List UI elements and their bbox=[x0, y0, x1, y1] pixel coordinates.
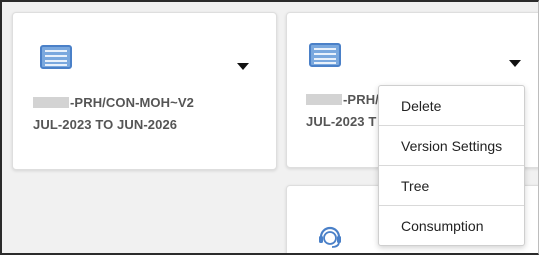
list-icon bbox=[40, 45, 72, 69]
redacted-text bbox=[306, 94, 342, 105]
list-icon bbox=[309, 43, 341, 67]
card-title: -PRH/ bbox=[306, 92, 379, 107]
card-title-text: -PRH/CON-MOH~V2 bbox=[70, 95, 194, 110]
menu-item-consumption[interactable]: Consumption bbox=[379, 206, 524, 246]
caret-down-icon[interactable] bbox=[509, 60, 521, 67]
card-title-text: -PRH/ bbox=[343, 92, 379, 107]
card-title: -PRH/CON-MOH~V2 bbox=[33, 95, 194, 110]
redacted-text bbox=[33, 97, 69, 108]
menu-item-delete[interactable]: Delete bbox=[379, 86, 524, 126]
card-date-range: JUL-2023 TO JUN-2026 bbox=[33, 117, 178, 132]
caret-down-icon[interactable] bbox=[237, 63, 249, 70]
headset-support-icon bbox=[319, 226, 341, 248]
card-date-range: JUL-2023 T bbox=[306, 114, 377, 129]
card-actions-menu: Delete Version Settings Tree Consumption bbox=[378, 85, 525, 246]
version-card[interactable]: -PRH/CON-MOH~V2 JUL-2023 TO JUN-2026 bbox=[12, 12, 277, 170]
menu-item-tree[interactable]: Tree bbox=[379, 166, 524, 206]
menu-item-version-settings[interactable]: Version Settings bbox=[379, 126, 524, 166]
screen-frame: -PRH/CON-MOH~V2 JUL-2023 TO JUN-2026 -PR… bbox=[0, 0, 539, 255]
